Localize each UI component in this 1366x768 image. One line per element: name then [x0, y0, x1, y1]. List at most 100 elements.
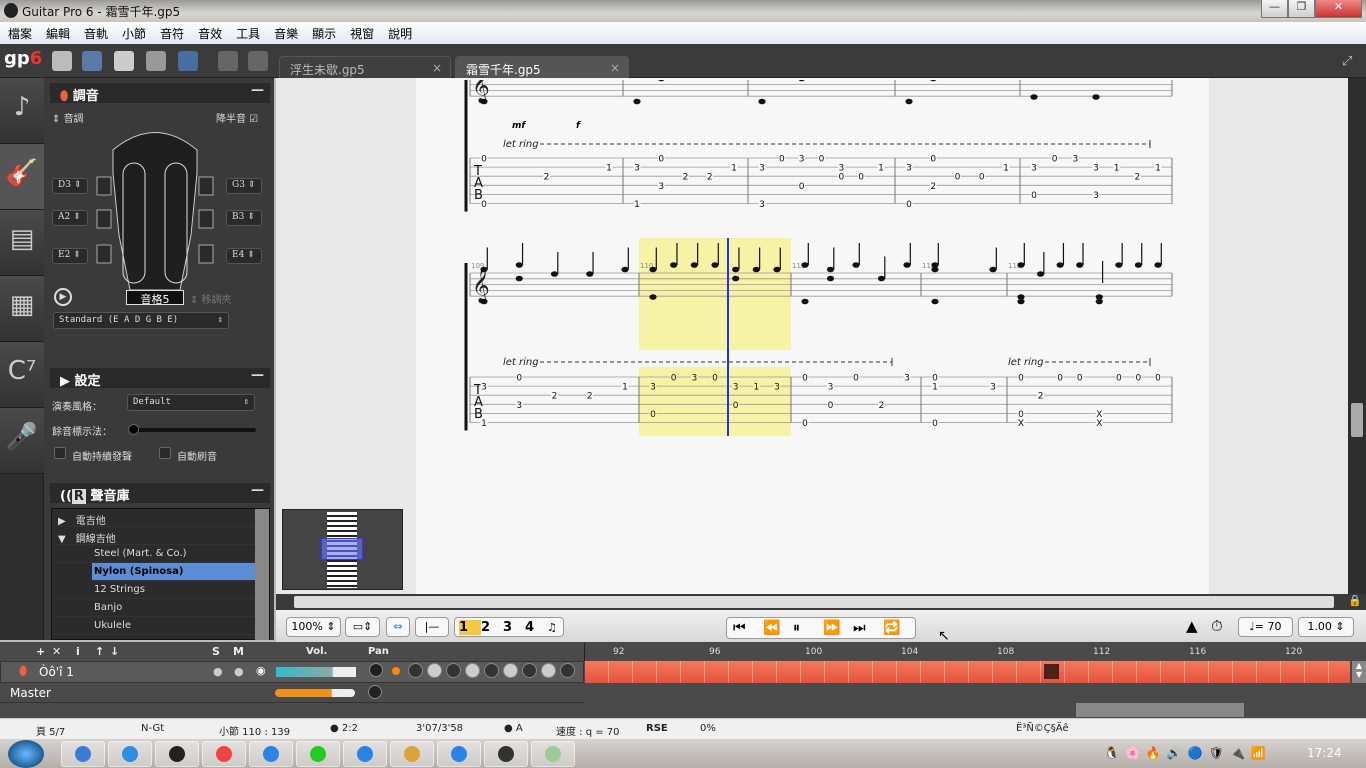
taskbar-app[interactable]: [108, 741, 152, 767]
taskbar-app[interactable]: [484, 741, 528, 767]
track-timeline[interactable]: [585, 661, 1350, 683]
tab-fret-number: 0: [1077, 374, 1083, 384]
tab-fret-number: 3: [691, 374, 697, 384]
taskbar-app[interactable]: [155, 741, 199, 767]
score-system: 𝄞TABlet ring let ring10931032 21110300 3 030…: [464, 243, 1173, 431]
timeline-ruler[interactable]: 92 96 100 104 108 112 116 120: [584, 643, 1352, 661]
track-row[interactable]: ⬮ Òô'î 1 ● ● ◉: [0, 661, 584, 683]
pan-header: Pan: [368, 646, 389, 657]
clock[interactable]: 17:24: [1307, 746, 1342, 760]
scroll-thumb[interactable]: [1351, 403, 1363, 437]
track-tool-button[interactable]: i: [76, 645, 80, 658]
tab-fret-number: 0: [1116, 374, 1122, 384]
status-tempo: 速度 : q = 70: [556, 727, 620, 738]
taskbar-app[interactable]: [61, 741, 105, 767]
pause-icon[interactable]: ⏸: [793, 620, 823, 636]
start-button[interactable]: [8, 740, 44, 768]
visibility-icon[interactable]: ◉: [256, 664, 266, 677]
solo-button[interactable]: ●: [213, 665, 223, 678]
scroll-thumb[interactable]: [294, 596, 1334, 608]
minimap-viewport[interactable]: [321, 538, 363, 560]
track-tool-button[interactable]: ↑: [95, 645, 104, 658]
track-scroll-arrows[interactable]: ▲ ▼: [1352, 661, 1366, 683]
effect-knob[interactable]: [427, 663, 442, 678]
lock-icon[interactable]: 🔒: [1348, 594, 1362, 607]
tab-fret-number: 2: [879, 401, 885, 411]
note-head: [1017, 298, 1025, 305]
rewind-icon[interactable]: ⏪: [763, 620, 793, 636]
taskbar-app[interactable]: [343, 741, 387, 767]
vertical-scrollbar[interactable]: [1348, 78, 1366, 594]
forward-icon[interactable]: ⏩: [823, 620, 853, 636]
track-name[interactable]: Òô'î 1: [39, 665, 74, 679]
volume-slider[interactable]: [276, 667, 356, 677]
effect-knob[interactable]: [465, 663, 480, 678]
effect-knob[interactable]: [503, 663, 518, 678]
page-minimap[interactable]: [282, 509, 403, 590]
multi-track-button[interactable]: |—: [415, 617, 449, 637]
voice-button[interactable]: 3: [503, 620, 525, 635]
mute-button[interactable]: ●: [234, 665, 244, 678]
mute-header: M: [233, 645, 244, 658]
loop-icon[interactable]: 🔁: [883, 620, 913, 636]
horizontal-scrollbar[interactable]: 🔒: [276, 594, 1366, 610]
countdown-icon[interactable]: ⏱: [1211, 617, 1223, 635]
master-pan-knob[interactable]: [368, 685, 382, 699]
effect-knob[interactable]: [560, 663, 575, 678]
note-head: [1134, 71, 1141, 77]
soundbank-item[interactable]: Banjo: [52, 599, 269, 617]
taskbar-app[interactable]: [249, 741, 293, 767]
track-tool-button[interactable]: +: [36, 645, 45, 658]
soundbank-item[interactable]: Ukulele: [52, 617, 269, 635]
tab-fret-number: 0: [671, 374, 677, 384]
tab-fret-number: 0: [932, 419, 938, 429]
metronome-icon[interactable]: ▲: [1186, 617, 1198, 635]
status-page: 頁 5/7: [36, 727, 66, 738]
taskbar-app[interactable]: [531, 741, 575, 767]
taskbar-app[interactable]: [437, 741, 481, 767]
note-head: [877, 275, 886, 282]
track-tool-button[interactable]: ✕: [52, 645, 61, 658]
voice-button[interactable]: 1: [459, 620, 481, 635]
tab-fret-number: 0: [1057, 374, 1063, 384]
note-head: [658, 62, 665, 68]
tab-fret-number: 0: [802, 374, 808, 384]
timeline-hscroll-thumb[interactable]: [1076, 703, 1244, 717]
effect-knob[interactable]: [522, 663, 537, 678]
system-tray[interactable]: 🐧🌸🔥🔊🔵🛡🔌📶: [1104, 746, 1272, 760]
first-icon[interactable]: ⏮: [733, 620, 763, 636]
effect-knob[interactable]: [541, 663, 556, 678]
score-svg[interactable]: 𝄞TABmf flet ring0021 31032 21 330 30030 01 3002…: [0, 0, 1366, 600]
effect-knob[interactable]: [408, 663, 423, 678]
pan-knob[interactable]: [369, 663, 383, 677]
voice-button[interactable]: 4: [525, 620, 547, 635]
note-head: [1056, 262, 1064, 268]
tab-fret-number: 0: [1052, 155, 1058, 165]
tab-fret-number: 1: [1003, 164, 1009, 174]
tab-fret-number: 3: [634, 164, 640, 174]
note-head: [989, 266, 997, 273]
note-head: [758, 67, 765, 73]
speed-select[interactable]: 1.00 ⇕: [1298, 617, 1354, 637]
track-tool-button[interactable]: ↓: [110, 645, 119, 658]
transport-controls: ⏮ ⏪ ⏸ ⏩ ⏭ 🔁: [726, 617, 916, 639]
effect-knob[interactable]: [484, 663, 499, 678]
taskbar-app[interactable]: [296, 741, 340, 767]
tab-fret-number: 3: [516, 401, 522, 411]
status-bar-position: 小節 110 : 139: [219, 727, 291, 738]
master-volume-slider[interactable]: [275, 689, 355, 697]
last-icon[interactable]: ⏭: [853, 620, 883, 636]
tempo-field[interactable]: ♩= 70: [1238, 617, 1293, 637]
taskbar-app[interactable]: [390, 741, 434, 767]
tab-fret-number: 3: [733, 383, 739, 393]
page-scroll-button[interactable]: ⇔: [386, 617, 410, 637]
rhythm-icon[interactable]: ♫: [547, 621, 557, 634]
note-head: [877, 67, 884, 73]
voice-button[interactable]: 2: [481, 620, 503, 635]
taskbar-app[interactable]: [202, 741, 246, 767]
tab-fret-number: 3: [906, 164, 912, 174]
effect-knob[interactable]: [446, 663, 461, 678]
layout-select[interactable]: ▭⇕: [345, 617, 380, 637]
zoom-select[interactable]: 100% ⇕: [286, 617, 341, 637]
note-head: [931, 266, 939, 273]
